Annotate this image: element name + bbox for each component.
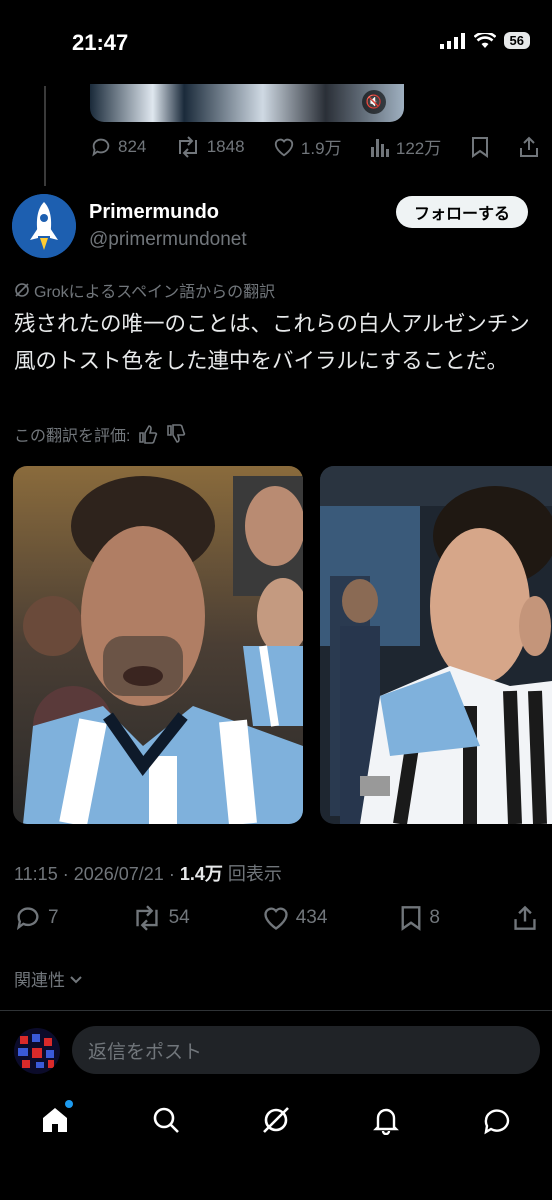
post-image-1[interactable] <box>13 466 303 824</box>
status-icons: 56 <box>439 32 530 49</box>
grok-icon <box>263 1107 289 1133</box>
views-button[interactable]: 122万 <box>370 134 441 159</box>
bookmark-icon <box>471 136 488 158</box>
status-time: 21:47 <box>72 30 129 55</box>
home-icon <box>43 1108 68 1132</box>
translation-note: Grokによるスペイン語からの翻訳 <box>14 278 275 302</box>
views-chart-icon <box>370 138 389 157</box>
post-time: 11:15 <box>14 864 58 884</box>
rocket-logo-icon <box>12 194 76 258</box>
post-photo-1 <box>13 466 303 824</box>
related-label: 関連性 <box>14 971 65 990</box>
views-number: 1.4万 <box>179 864 223 884</box>
repost-button[interactable]: 1848 <box>175 134 245 159</box>
cellular-signal-icon <box>439 32 465 49</box>
share-button[interactable] <box>518 134 540 159</box>
post-bookmark-count: 8 <box>429 907 440 928</box>
rate-translation-label: この翻訳を評価: <box>14 428 131 445</box>
nav-grok[interactable] <box>246 1090 306 1150</box>
search-icon <box>153 1107 179 1133</box>
thumbs-down-icon[interactable] <box>166 424 186 444</box>
post-share-button[interactable] <box>512 904 538 932</box>
reply-count: 824 <box>118 136 147 156</box>
post-repost-count: 54 <box>168 907 190 928</box>
rate-translation: この翻訳を評価: <box>14 422 186 446</box>
bell-icon <box>373 1108 400 1135</box>
message-icon <box>484 1109 509 1135</box>
post-date: 2026/07/21 <box>73 864 164 884</box>
mute-icon[interactable]: 🔇 <box>362 90 386 114</box>
post-meta: 11:15 · 2026/07/21 · 1.4万 回表示 <box>14 864 282 884</box>
heart-icon <box>274 138 294 156</box>
battery-indicator: 56 <box>503 32 530 49</box>
nav-search[interactable] <box>136 1090 196 1150</box>
like-button[interactable]: 1.9万 <box>273 134 342 159</box>
share-icon <box>519 136 538 157</box>
repost-icon <box>178 135 197 158</box>
reply-button[interactable]: 824 <box>90 134 146 159</box>
reply-input[interactable]: 返信をポスト <box>72 1026 540 1074</box>
post-like-count: 434 <box>295 907 328 928</box>
like-count: 1.9万 <box>300 139 342 158</box>
previous-post-actions: 824 1848 1.9万 122万 <box>90 134 540 159</box>
post-image-2[interactable] <box>320 466 552 824</box>
views-count: 122万 <box>395 139 442 158</box>
related-sort[interactable]: 関連性 <box>14 966 83 991</box>
author-avatar[interactable] <box>12 194 76 258</box>
post-text: 残されたの唯一のことは、これらの白人アルゼンチン風のトスト色をした連中をバイラル… <box>14 312 530 373</box>
translation-label: Grokによるスペイン語からの翻訳 <box>34 284 276 301</box>
heart-icon <box>264 907 288 930</box>
share-icon <box>514 905 536 930</box>
chevron-down-icon <box>70 975 82 983</box>
divider <box>0 1010 552 1011</box>
views-label[interactable]: 回表示 <box>228 864 282 884</box>
nav-notifications[interactable] <box>356 1090 416 1150</box>
bottom-nav <box>0 1088 552 1152</box>
thread-line <box>44 86 46 186</box>
repost-icon <box>135 905 158 931</box>
grok-icon <box>15 283 29 297</box>
previous-post-media[interactable]: 🔇 <box>90 84 404 122</box>
post-reply-button[interactable]: 7 <box>14 904 59 932</box>
nav-messages[interactable] <box>467 1090 527 1150</box>
post-reply-count: 7 <box>48 907 59 928</box>
post-actions: 7 54 434 8 <box>14 904 538 932</box>
post-photo-2 <box>320 466 552 824</box>
author-name[interactable]: Primermundo <box>89 201 219 224</box>
post-repost-button[interactable]: 54 <box>131 904 190 932</box>
user-avatar[interactable] <box>14 1028 60 1074</box>
user-avatar-image <box>14 1028 60 1074</box>
repost-count: 1848 <box>206 136 245 156</box>
post-like-button[interactable]: 434 <box>262 904 328 932</box>
wifi-icon <box>473 32 496 48</box>
notification-dot <box>65 1100 74 1108</box>
thumbs-up-icon[interactable] <box>138 424 158 444</box>
reply-icon <box>92 138 110 157</box>
nav-home[interactable] <box>25 1090 85 1150</box>
author-handle[interactable]: @primermundonet <box>89 229 247 251</box>
bookmark-icon <box>401 906 421 931</box>
reply-icon <box>16 907 39 931</box>
follow-button[interactable]: フォローする <box>396 196 528 228</box>
post-bookmark-button[interactable]: 8 <box>399 904 440 932</box>
bookmark-button[interactable] <box>470 134 490 159</box>
